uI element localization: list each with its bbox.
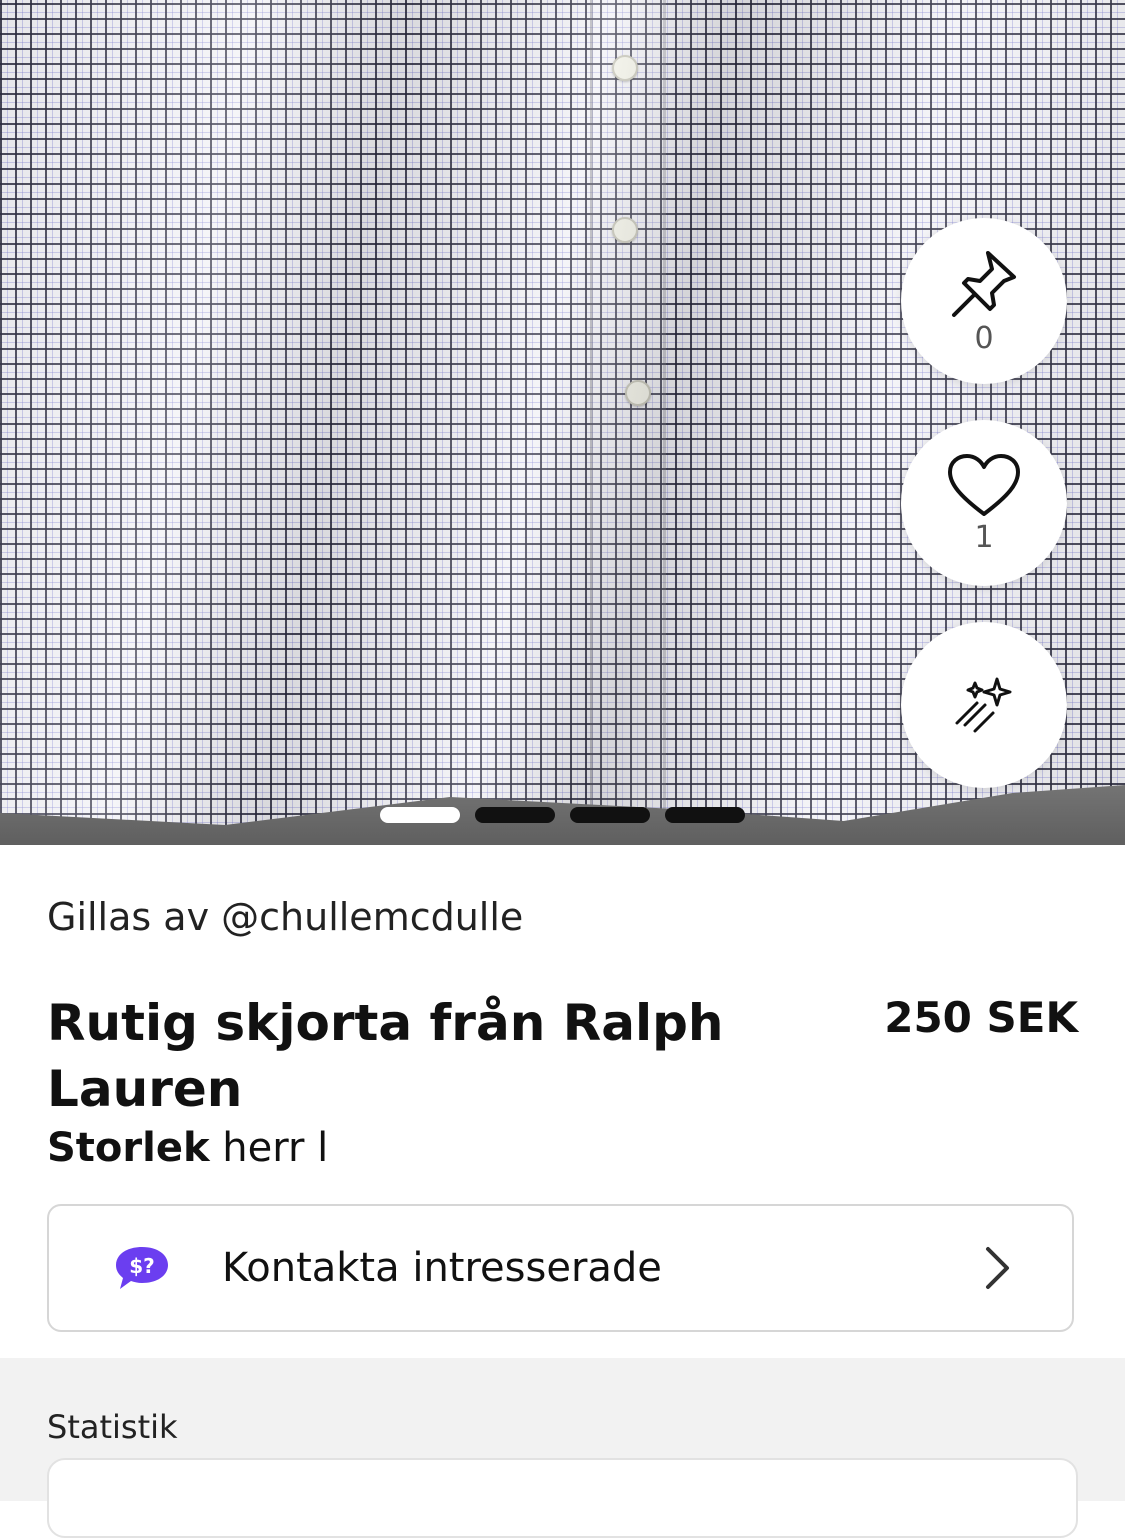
carousel-dot[interactable] — [380, 807, 460, 823]
statistics-card[interactable] — [47, 1458, 1078, 1538]
size-info: Storlek herr l — [47, 1125, 328, 1171]
carousel-indicator — [380, 807, 745, 823]
pin-button[interactable]: 0 — [901, 218, 1067, 384]
heart-icon — [948, 453, 1020, 516]
like-button[interactable]: 1 — [901, 420, 1067, 586]
carousel-dot[interactable] — [475, 807, 555, 823]
boost-button[interactable] — [901, 622, 1067, 788]
statistics-section: Statistik — [0, 1358, 1125, 1538]
sparkles-boost-icon — [955, 677, 1012, 733]
pushpin-icon — [952, 250, 1016, 317]
listing-price: 250 SEK — [884, 993, 1078, 1042]
like-count: 1 — [974, 519, 994, 555]
statistics-heading: Statistik — [47, 1408, 178, 1446]
size-label: Storlek — [47, 1125, 210, 1171]
listing-title: Rutig skjorta från Ralph Lauren — [47, 994, 724, 1118]
carousel-dot[interactable] — [665, 807, 745, 823]
contact-interested-button[interactable]: $? Kontakta intresserade — [47, 1204, 1074, 1332]
chevron-right-icon — [986, 1247, 1009, 1289]
contact-label: Kontakta intresserade — [222, 1245, 662, 1291]
pin-count: 0 — [974, 320, 994, 356]
carousel-dot[interactable] — [570, 807, 650, 823]
liked-by-text[interactable]: Gillas av @chullemcdulle — [47, 895, 523, 939]
price-question-icon: $? — [112, 1243, 172, 1293]
badge-text: $? — [129, 1254, 155, 1278]
size-value: herr l — [222, 1125, 329, 1171]
